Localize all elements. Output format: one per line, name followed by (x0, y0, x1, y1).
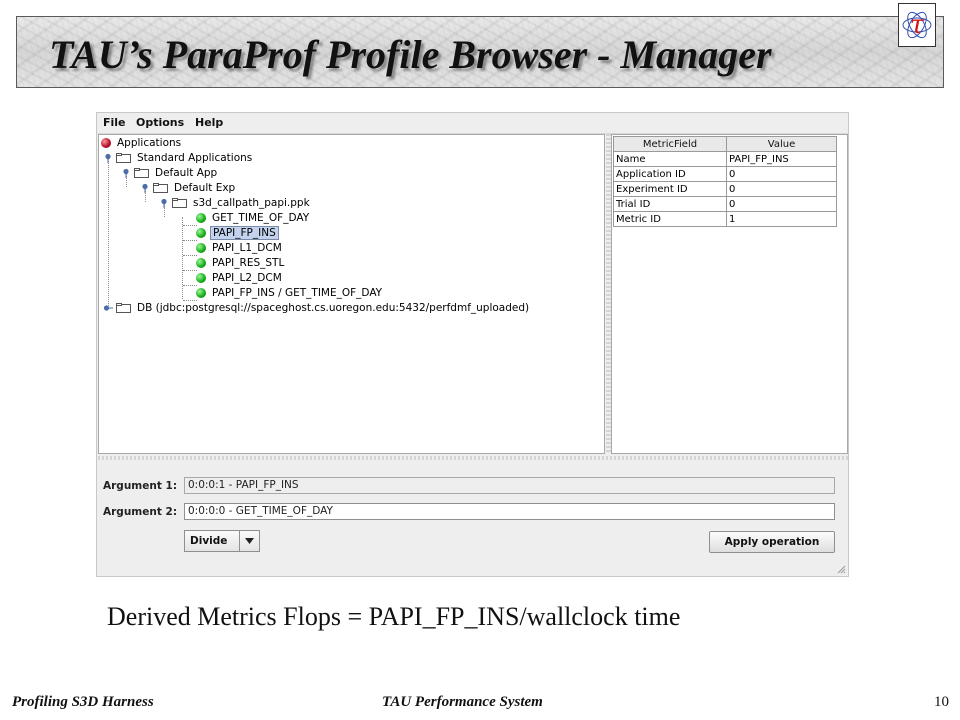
tree-node-metric[interactable]: GET_TIME_OF_DAY (196, 210, 311, 225)
argument-2-label: Argument 2: (103, 506, 178, 518)
table-row[interactable]: Trial ID 0 (613, 196, 837, 212)
tree-node-label: PAPI_FP_INS (210, 225, 279, 240)
metric-info-panel: MetricField Value Name PAPI_FP_INS Appli… (611, 134, 848, 454)
tree-connector (183, 240, 197, 241)
application-tree[interactable]: Applications Standard Applications Defau… (98, 134, 605, 454)
green-ball-icon (196, 287, 206, 298)
tree-node-label: GET_TIME_OF_DAY (212, 211, 310, 224)
node-toggle-icon[interactable] (103, 153, 113, 163)
tree-node-label: PAPI_L1_DCM (212, 241, 282, 254)
tree-node-label: PAPI_L2_DCM (212, 271, 282, 284)
tree-node-label: DB (jdbc:postgresql://spaceghost.cs.uore… (137, 301, 530, 314)
footer-left: Profiling S3D Harness (12, 694, 154, 710)
dropdown-arrow-button[interactable] (239, 531, 259, 551)
tree-node-label: PAPI_FP_INS / GET_TIME_OF_DAY (212, 286, 383, 299)
horizontal-split-divider[interactable] (98, 456, 848, 460)
table-cell: Name (613, 151, 727, 167)
column-header-metricfield[interactable]: MetricField (613, 136, 727, 152)
svg-text:τ: τ (910, 10, 925, 40)
menu-help[interactable]: Help (195, 116, 223, 129)
table-cell: Trial ID (613, 196, 727, 212)
operation-select-value: Divide (190, 535, 228, 547)
folder-icon (153, 182, 168, 193)
folder-icon (116, 302, 131, 313)
resize-grip-icon[interactable] (836, 564, 846, 574)
tree-node-database[interactable]: DB (jdbc:postgresql://spaceghost.cs.uore… (103, 300, 531, 315)
page-number: 10 (934, 694, 949, 710)
slide-title: TAU’s ParaProf Profile Browser - Manager (49, 32, 772, 77)
title-banner: TAU’s ParaProf Profile Browser - Manager… (16, 3, 944, 88)
green-ball-icon (196, 242, 206, 253)
menu-file[interactable]: File (103, 116, 126, 129)
tree-connector (108, 156, 109, 306)
argument-1-label: Argument 1: (103, 480, 178, 492)
operation-select[interactable]: Divide (184, 530, 260, 552)
table-cell: PAPI_FP_INS (726, 151, 837, 167)
table-cell: 0 (726, 166, 837, 182)
tree-connector (183, 285, 197, 286)
folder-icon (134, 167, 149, 178)
green-ball-icon (196, 272, 206, 283)
column-header-value[interactable]: Value (726, 136, 837, 152)
table-cell: Experiment ID (613, 181, 727, 197)
tau-logo-icon: τ (902, 10, 932, 40)
green-ball-icon (196, 212, 206, 223)
tree-node-label: Default App (155, 166, 218, 179)
table-row[interactable]: Application ID 0 (613, 166, 837, 182)
menubar: File Options Help (97, 113, 848, 134)
tree-node-label: PAPI_RES_STL (212, 256, 285, 269)
node-toggle-icon[interactable] (159, 198, 169, 208)
table-cell: 0 (726, 196, 837, 212)
folder-icon (116, 152, 131, 163)
tree-node-metric[interactable]: PAPI_L1_DCM (196, 240, 284, 255)
table-cell: Metric ID (613, 211, 727, 227)
tree-node-metric[interactable]: PAPI_RES_STL (196, 255, 286, 270)
tree-node-metric[interactable]: PAPI_FP_INS / GET_TIME_OF_DAY (196, 285, 384, 300)
argument-1-field[interactable]: 0:0:0:1 - PAPI_FP_INS (184, 477, 835, 494)
menu-options[interactable]: Options (136, 116, 184, 129)
tree-node-applications[interactable]: Applications (101, 135, 183, 150)
triangle-down-icon (245, 538, 254, 544)
tree-connector (183, 255, 197, 256)
tree-node-default-exp[interactable]: Default Exp (140, 180, 237, 195)
tree-node-label: Standard Applications (137, 151, 253, 164)
tree-node-label: Default Exp (174, 181, 236, 194)
argument-2-field[interactable]: 0:0:0:0 - GET_TIME_OF_DAY (184, 503, 835, 520)
table-cell: 1 (726, 211, 837, 227)
tree-connector (183, 225, 197, 226)
tree-connector (183, 270, 197, 271)
green-ball-icon (196, 257, 206, 268)
tau-logo: τ (898, 3, 936, 47)
footer-center: TAU Performance System (382, 694, 543, 710)
table-cell: 0 (726, 181, 837, 197)
tree-node-standard-applications[interactable]: Standard Applications (103, 150, 254, 165)
apply-operation-button[interactable]: Apply operation (709, 531, 835, 553)
tree-node-label: Applications (117, 136, 182, 149)
tree-node-trial[interactable]: s3d_callpath_papi.ppk (159, 195, 312, 210)
node-toggle-icon[interactable] (140, 183, 150, 193)
table-row[interactable]: Experiment ID 0 (613, 181, 837, 197)
metric-info-table: MetricField Value Name PAPI_FP_INS Appli… (613, 136, 837, 227)
tree-connector (182, 217, 183, 299)
table-header-row: MetricField Value (613, 136, 837, 152)
folder-icon (172, 197, 187, 208)
node-toggle-icon[interactable] (121, 168, 131, 178)
slide-caption: Derived Metrics Flops = PAPI_FP_INS/wall… (107, 602, 681, 631)
table-row[interactable]: Metric ID 1 (613, 211, 837, 227)
tree-node-metric[interactable]: PAPI_L2_DCM (196, 270, 284, 285)
paraprof-manager-window: File Options Help Applications Standard … (96, 112, 849, 577)
tree-node-metric-selected[interactable]: PAPI_FP_INS (196, 225, 279, 240)
red-ball-icon (101, 137, 111, 148)
node-toggle-icon[interactable] (103, 303, 113, 313)
tree-node-default-app[interactable]: Default App (121, 165, 219, 180)
green-ball-icon (196, 227, 206, 238)
table-row[interactable]: Name PAPI_FP_INS (613, 151, 837, 167)
tree-node-label: s3d_callpath_papi.ppk (193, 196, 310, 209)
table-cell: Application ID (613, 166, 727, 182)
